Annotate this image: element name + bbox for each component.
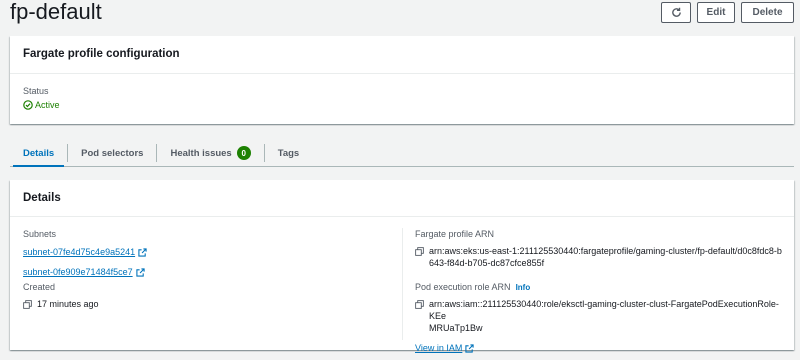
profile-arn-line: 643-f84d-b705-dc87cfce855f [429,258,545,268]
status-text: Active [35,100,60,110]
tab-health-issues-label: Health issues [170,147,232,159]
delete-button[interactable]: Delete [741,2,794,23]
pod-role-block: Pod execution role ARN Info arn:aws:iam:… [415,282,790,356]
external-link-icon [465,343,474,353]
copy-icon[interactable] [415,247,424,256]
health-issues-count-badge: 0 [236,146,251,160]
subnet-link-text: subnet-0fe909e71484f5ce7 [23,267,133,277]
refresh-button[interactable] [661,2,691,23]
profile-arn-label: Fargate profile ARN [415,229,495,239]
page-title: fp-default [10,0,102,24]
copy-icon[interactable] [23,300,32,309]
info-link[interactable]: Info [516,283,531,292]
status-block: Status Active [23,86,60,110]
configuration-panel: Fargate profile configuration Status Act… [10,36,794,124]
subnet-link[interactable]: subnet-0fe909e71484f5ce7 [23,267,145,277]
subnets-block: Subnets subnet-07fe4d75c4e9a5241 subnet-… [23,229,147,280]
subnets-label: Subnets [23,229,57,239]
tab-details[interactable]: Details [10,140,67,167]
tab-pod-selectors[interactable]: Pod selectors [68,140,156,166]
edit-button[interactable]: Edit [697,2,735,23]
refresh-icon [671,7,681,17]
created-block: Created 17 minutes ago [23,282,99,310]
tab-tags[interactable]: Tags [265,140,312,166]
external-link-icon [138,247,147,257]
created-label: Created [23,282,56,292]
column-divider [402,228,403,340]
details-panel: Details Subnets subnet-07fe4d75c4e9a5241… [10,180,794,353]
profile-arn-block: Fargate profile ARN arn:aws:eks:us-east-… [415,229,782,269]
status-label: Status [23,86,49,96]
profile-arn-row: arn:aws:eks:us-east-1:211125530440:farga… [415,245,782,269]
status-value: Active [23,100,60,110]
subnet-link-text: subnet-07fe4d75c4e9a5241 [23,247,136,257]
check-circle-icon [23,100,33,110]
pod-role-row: arn:aws:iam::211125530440:role/eksctl-ga… [415,298,790,334]
tab-health-issues[interactable]: Health issues 0 [157,140,263,166]
tab-bar: Details Pod selectors Health issues 0 Ta… [10,140,794,167]
pod-role-label: Pod execution role ARN [415,282,511,292]
pod-role-line: MRUaTp1Bw [429,323,483,333]
view-in-iam-link[interactable]: View in IAM [415,343,474,353]
external-link-icon [135,267,145,277]
profile-arn-line: arn:aws:eks:us-east-1:211125530440:farga… [429,246,782,256]
created-row: 17 minutes ago [23,298,99,310]
pod-role-line: arn:aws:iam::211125530440:role/eksctl-ga… [429,299,779,321]
configuration-header: Fargate profile configuration [10,36,794,74]
subnet-link[interactable]: subnet-07fe4d75c4e9a5241 [23,247,147,257]
details-header: Details [10,180,794,217]
view-in-iam-text: View in IAM [415,343,463,353]
configuration-title: Fargate profile configuration [23,48,180,60]
details-title: Details [23,192,61,204]
created-value: 17 minutes ago [37,299,99,309]
copy-icon[interactable] [415,300,424,309]
